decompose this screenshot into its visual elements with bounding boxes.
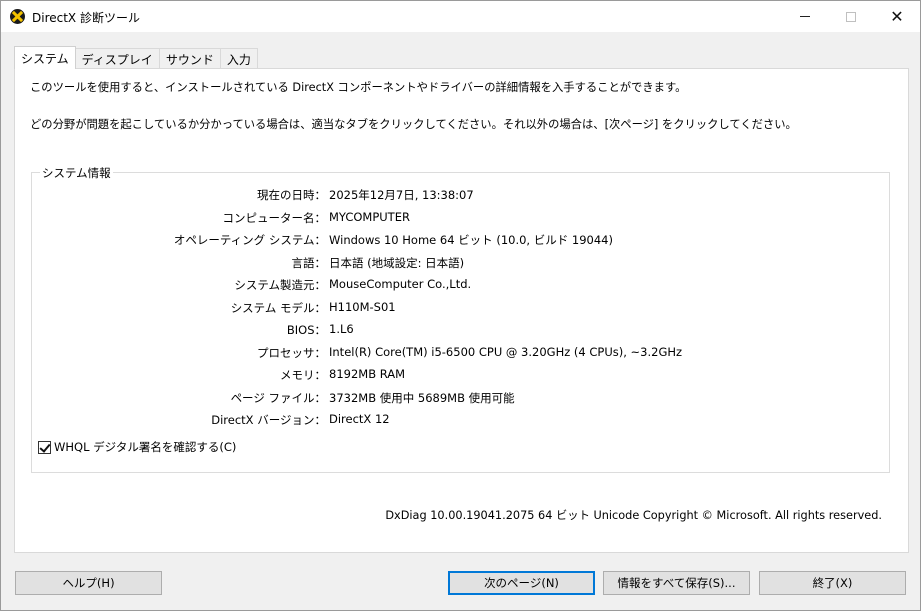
- whql-checkbox-label[interactable]: WHQL デジタル署名を確認する(C): [54, 439, 236, 455]
- tab-system[interactable]: システム: [14, 46, 76, 69]
- intro-text-2: どの分野が問題を起こしているか分かっている場合は、適当なタブをクリックしてくださ…: [30, 118, 797, 131]
- info-value: 3732MB 使用中 5689MB 使用可能: [329, 391, 515, 405]
- info-label: コンピューター名：: [222, 211, 327, 225]
- maximize-button: [828, 1, 874, 32]
- info-row-manufacturer: システム製造元： MouseComputer Co.,Ltd.: [32, 277, 890, 295]
- system-info-legend: システム情報: [40, 165, 113, 181]
- dxdiag-window: DirectX 診断ツール ✕ システム ディスプレイ サウンド 入力 このツー…: [0, 0, 921, 611]
- info-row-datetime: 現在の日時： 2025年12月7日, 13:38:07: [32, 187, 890, 205]
- save-all-info-button[interactable]: 情報をすべて保存(S)...: [603, 571, 750, 595]
- info-label: DirectX バージョン：: [211, 413, 326, 427]
- exit-button[interactable]: 終了(X): [759, 571, 906, 595]
- info-value: 2025年12月7日, 13:38:07: [329, 188, 474, 202]
- tab-strip: システム ディスプレイ サウンド 入力: [14, 46, 258, 69]
- info-row-model: システム モデル： H110M-S01: [32, 300, 890, 318]
- system-info-group: システム情報 現在の日時： 2025年12月7日, 13:38:07 コンピュー…: [31, 165, 890, 473]
- version-copyright-text: DxDiag 10.00.19041.2075 64 ビット Unicode C…: [385, 509, 882, 522]
- info-value: MouseComputer Co.,Ltd.: [329, 277, 472, 291]
- info-value: 8192MB RAM: [329, 367, 406, 381]
- whql-checkbox[interactable]: [38, 440, 51, 454]
- info-label: プロセッサ：: [257, 346, 326, 360]
- info-label: 言語：: [291, 256, 327, 270]
- minimize-button[interactable]: [782, 1, 828, 32]
- title-bar[interactable]: DirectX 診断ツール ✕: [1, 1, 920, 32]
- tab-display[interactable]: ディスプレイ: [74, 48, 160, 69]
- system-tab-panel: このツールを使用すると、インストールされている DirectX コンポーネントや…: [14, 68, 909, 553]
- intro-text-1: このツールを使用すると、インストールされている DirectX コンポーネントや…: [30, 81, 687, 94]
- info-value: 1.L6: [329, 322, 354, 336]
- info-row-language: 言語： 日本語 (地域設定: 日本語): [32, 255, 890, 273]
- help-button[interactable]: ヘルプ(H): [15, 571, 162, 595]
- info-row-processor: プロセッサ： Intel(R) Core(TM) i5-6500 CPU @ 3…: [32, 345, 890, 363]
- whql-checkbox-row[interactable]: WHQL デジタル署名を確認する(C): [38, 439, 236, 455]
- info-row-memory: メモリ： 8192MB RAM: [32, 367, 890, 385]
- info-value: 日本語 (地域設定: 日本語): [329, 256, 465, 270]
- info-label: BIOS：: [286, 323, 326, 337]
- info-row-directx-version: DirectX バージョン： DirectX 12: [32, 412, 890, 430]
- next-page-button[interactable]: 次のページ(N): [448, 571, 595, 595]
- directx-app-icon: [10, 9, 25, 24]
- close-icon: ✕: [890, 7, 904, 26]
- info-label: システム製造元：: [234, 278, 326, 292]
- window-title: DirectX 診断ツール: [32, 11, 140, 25]
- info-label: システム モデル：: [230, 301, 326, 315]
- info-value: H110M-S01: [329, 300, 396, 314]
- minimize-icon: [800, 16, 810, 17]
- info-row-bios: BIOS： 1.L6: [32, 322, 890, 340]
- info-value: MYCOMPUTER: [329, 210, 410, 224]
- info-label: オペレーティング システム：: [173, 233, 326, 247]
- tab-sound[interactable]: サウンド: [158, 48, 221, 69]
- info-value: DirectX 12: [329, 412, 390, 426]
- info-row-page-file: ページ ファイル： 3732MB 使用中 5689MB 使用可能: [32, 390, 890, 408]
- info-row-os: オペレーティング システム： Windows 10 Home 64 ビット (1…: [32, 232, 890, 250]
- info-value: Windows 10 Home 64 ビット (10.0, ビルド 19044): [329, 233, 613, 247]
- tab-input[interactable]: 入力: [219, 48, 258, 69]
- info-row-computer-name: コンピューター名： MYCOMPUTER: [32, 210, 890, 228]
- info-label: メモリ：: [280, 368, 326, 382]
- info-value: Intel(R) Core(TM) i5-6500 CPU @ 3.20GHz …: [329, 345, 683, 359]
- info-label: 現在の日時：: [257, 188, 326, 202]
- close-button[interactable]: ✕: [874, 1, 920, 32]
- maximize-icon: [846, 11, 856, 22]
- info-label: ページ ファイル：: [230, 391, 326, 405]
